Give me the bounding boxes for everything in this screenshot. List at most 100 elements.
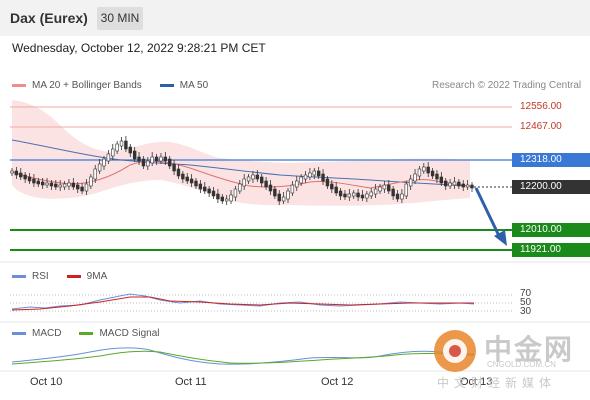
candle-body (27, 176, 32, 182)
candle-body (40, 181, 45, 186)
candle-body (347, 193, 352, 198)
candle-body (395, 193, 400, 200)
candle-body (299, 176, 303, 184)
candle-body (457, 181, 461, 187)
candle-body (71, 182, 76, 188)
candle-body (308, 172, 312, 178)
candle-body (211, 190, 216, 197)
candle-body (14, 170, 19, 176)
candle-body (220, 196, 224, 202)
level-label-12556: 12556.00 (520, 101, 562, 112)
x-label-oct12: Oct 12 (321, 376, 354, 388)
candle-body (365, 193, 369, 199)
legend-9ma-label: 9MA (86, 271, 108, 282)
candle-body (465, 184, 470, 188)
rsi-line (11, 293, 475, 310)
candle-body (369, 191, 373, 197)
macd-swatch (12, 332, 26, 335)
candle-body (352, 192, 356, 197)
candle-body (67, 182, 71, 187)
candle-body (277, 193, 281, 202)
legend-macd: MACD (12, 328, 61, 339)
candle-body (189, 178, 194, 184)
candle-body (330, 183, 334, 190)
candle-body (216, 193, 220, 200)
candle-body (194, 180, 198, 187)
candle-body (159, 156, 163, 162)
candle-body (321, 173, 325, 182)
candle-body (115, 143, 119, 152)
candle-body (426, 166, 430, 174)
legend-rsi: RSI (12, 271, 49, 282)
candle-body (172, 163, 176, 172)
candle-body (452, 181, 457, 186)
candle-body (203, 186, 207, 192)
legend-macd-signal: MACD Signal (79, 328, 159, 339)
macd-legend: MACD MACD Signal (12, 328, 177, 339)
level-label-12318: 12318.00 (512, 153, 590, 167)
candle-body (32, 178, 36, 184)
candle-body (176, 168, 181, 177)
candle-body (268, 184, 273, 192)
level-label-12200: 12200.00 (512, 180, 590, 194)
rsi-level-30: 30 (520, 306, 532, 317)
candle-body (224, 198, 229, 202)
9ma-swatch (66, 275, 81, 278)
candle-body (417, 168, 422, 177)
candle-body (106, 153, 111, 162)
candle-body (303, 174, 308, 180)
candle-body (154, 156, 159, 162)
x-label-oct10: Oct 10 (30, 376, 63, 388)
candle-body (132, 150, 137, 160)
candle-body (356, 192, 360, 198)
candle-body (58, 184, 62, 188)
candle-body (54, 183, 58, 188)
watermark-site: CNGOLD.COM.CN (487, 360, 556, 369)
candle-body (273, 188, 277, 197)
legend-macd-signal-label: MACD Signal (99, 328, 160, 339)
cngold-logo-icon (434, 330, 476, 372)
legend-9ma: 9MA (66, 271, 108, 282)
watermark: 中金网 CNGOLD.COM.CN 中文财经新媒体 (432, 328, 582, 390)
candle-body (168, 158, 172, 167)
candle-body (430, 170, 435, 177)
candle-body (207, 188, 211, 194)
candle-body (435, 173, 439, 180)
candle-body (246, 176, 251, 182)
candle-body (387, 184, 391, 192)
candle-body (461, 183, 465, 188)
candle-body (23, 174, 27, 180)
candle-body (84, 183, 89, 192)
candle-body (36, 180, 40, 185)
candle-body (49, 182, 54, 187)
level-label-11921: 11921.00 (512, 243, 590, 257)
candle-body (45, 182, 49, 186)
candle-body (19, 172, 23, 178)
candle-body (286, 190, 290, 200)
candle-body (238, 183, 242, 192)
candle-body (255, 174, 260, 180)
candle-body (316, 170, 321, 177)
candle-body (251, 174, 255, 180)
candle-body (146, 160, 150, 167)
candle-body (295, 180, 299, 188)
candle-body (470, 184, 474, 189)
x-label-oct11: Oct 11 (175, 376, 207, 388)
candle-body (185, 176, 189, 182)
candle-body (150, 156, 154, 164)
candle-body (391, 188, 395, 197)
candle-body (290, 184, 295, 194)
candle-body (229, 194, 233, 202)
candle-body (400, 193, 404, 200)
candle-body (93, 168, 97, 180)
candle-body (76, 184, 80, 190)
legend-macd-label: MACD (32, 328, 62, 339)
candle-body (382, 184, 387, 190)
candle-body (439, 176, 444, 184)
candle-body (413, 173, 417, 182)
candle-body (260, 176, 264, 184)
macd-signal-swatch (79, 332, 94, 335)
candle-body (128, 146, 132, 154)
candle-body (264, 180, 268, 188)
legend-rsi-label: RSI (32, 271, 49, 282)
